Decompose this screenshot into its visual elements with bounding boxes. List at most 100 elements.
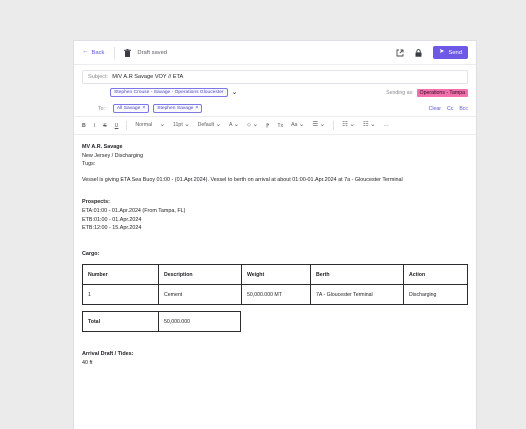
from-chip-label: Stephen Crouse - Savage - Operations Glo… xyxy=(114,90,224,95)
divider xyxy=(114,46,116,59)
format-toolbar: B I S U Normal ⌄ 11pt ⌄ Default ⌄ A ⌄ ◇ … xyxy=(74,117,476,135)
eta-sentence: Vessel is giving ETA Sea Buoy 01:00 - (0… xyxy=(82,176,403,183)
table-header-cell: Berth xyxy=(310,264,404,286)
table-row: 1 Cement 50,000.000 MT 7A - Gloucester T… xyxy=(82,284,468,306)
table-header-row: Number Description Weight Berth Action xyxy=(82,264,468,286)
chevron-down-icon: ⌄ xyxy=(159,121,166,129)
composer-topbar: ← Back Draft saved ➤ Send xyxy=(74,41,476,65)
style-select-value: Normal xyxy=(135,122,153,129)
tugs-line: Tugs: xyxy=(82,161,96,168)
style-select[interactable]: Normal ⌄ xyxy=(135,122,165,129)
strikethrough-button[interactable]: S xyxy=(103,123,106,129)
draft-status: Draft saved xyxy=(124,48,168,57)
send-icon: ➤ xyxy=(439,48,445,56)
numbered-list-icon: ☷ xyxy=(362,121,369,129)
more-button[interactable]: ··· xyxy=(384,123,389,129)
send-label: Send xyxy=(448,49,462,56)
email-composer: ← Back Draft saved ➤ Send Subject: M/V A… xyxy=(73,40,477,429)
clear-button[interactable]: Clear xyxy=(429,106,441,112)
recipient-chip[interactable]: All Savage × xyxy=(112,104,150,113)
chevron-down-icon[interactable]: ⌄ xyxy=(232,89,238,96)
email-header: Subject: M/V A.R Savage VOY // ETA Steph… xyxy=(74,65,476,117)
divider xyxy=(126,121,128,130)
align-left-icon: ☰ xyxy=(312,121,319,129)
back-label: Back xyxy=(91,49,105,56)
from-chip[interactable]: Stephen Crouse - Savage - Operations Glo… xyxy=(110,88,228,97)
vessel-location: New Jersey / Discharging xyxy=(82,152,144,159)
table-cell: 7A - Gloucester Terminal xyxy=(310,284,404,306)
font-color-icon: A xyxy=(229,122,233,129)
font-select[interactable]: Default ⌄ xyxy=(198,122,221,129)
vessel-name: MV A.R. Savage xyxy=(82,144,123,150)
table-row: Total 50,000.000 xyxy=(82,311,241,333)
table-cell: 1 xyxy=(82,284,159,306)
table-header-cell: Description xyxy=(158,264,242,286)
table-header-cell: Weight xyxy=(241,264,311,286)
bullet-list-button[interactable]: ☷ ⌄ xyxy=(342,122,355,129)
table-cell: Discharging xyxy=(403,284,468,306)
cargo-title: Cargo: xyxy=(82,250,100,257)
highlight-button[interactable]: ◇ ⌄ xyxy=(247,122,258,129)
send-button[interactable]: ➤ Send xyxy=(433,46,468,59)
bcc-button[interactable]: Bcc xyxy=(459,106,468,112)
trash-icon[interactable] xyxy=(124,48,132,57)
recipient-chip-label: Stephen Savage xyxy=(157,106,194,111)
subject-field[interactable]: Subject: M/V A.R Savage VOY // ETA xyxy=(82,70,468,84)
prospects-title: Prospects: xyxy=(82,199,110,206)
chevron-down-icon: ⌄ xyxy=(184,121,190,129)
prospect-line: ETB:12:00 - 15.Apr.2024 xyxy=(82,225,142,232)
text-case-button[interactable]: Aa ⌄ xyxy=(291,122,304,129)
arrival-title: Arrival Draft / Tides: xyxy=(82,351,134,358)
table-cell: Cement xyxy=(158,284,242,306)
clear-format-button[interactable]: Tx xyxy=(277,123,283,129)
format-painter-button[interactable]: ⁋ xyxy=(266,123,269,129)
subject-label: Subject: xyxy=(88,74,109,80)
from-row: Stephen Crouse - Savage - Operations Glo… xyxy=(82,84,468,101)
back-button[interactable]: ← Back xyxy=(82,49,104,56)
to-row: To: All Savage × Stephen Savage × Clear … xyxy=(82,101,468,116)
sending-as-badge[interactable]: Operations - Tampa xyxy=(416,88,468,97)
table-header-cell: Action xyxy=(403,264,468,286)
font-color-button[interactable]: A ⌄ xyxy=(229,122,239,129)
chevron-down-icon: ⌄ xyxy=(370,121,376,129)
highlight-icon: ◇ xyxy=(247,122,252,129)
recipient-chip-label: All Savage xyxy=(116,106,141,111)
chevron-down-icon: ⌄ xyxy=(349,121,355,129)
arrow-left-icon: ← xyxy=(82,48,89,56)
chevron-down-icon: ⌄ xyxy=(319,121,326,129)
table-cell: 50,000.000 MT xyxy=(241,284,311,306)
chevron-down-icon: ⌄ xyxy=(252,121,259,129)
email-body[interactable]: MV A.R. Savage New Jersey / Discharging … xyxy=(74,135,476,368)
chevron-down-icon: ⌄ xyxy=(298,121,305,129)
size-select-value: 11pt xyxy=(173,122,183,129)
size-select[interactable]: 11pt ⌄ xyxy=(173,122,190,129)
chevron-down-icon: ⌄ xyxy=(215,121,222,129)
prospect-line: ETA:01:00 - 01.Apr.2024 (From Tampa, FL) xyxy=(82,207,186,214)
total-label: Total xyxy=(82,311,159,333)
close-icon[interactable]: × xyxy=(142,106,145,111)
divider xyxy=(333,121,335,130)
underline-button[interactable]: U xyxy=(115,123,119,129)
numbered-list-button[interactable]: ☷ ⌄ xyxy=(363,122,376,129)
chevron-down-icon: ⌄ xyxy=(233,121,240,129)
draft-status-text: Draft saved xyxy=(137,49,168,56)
lock-icon[interactable] xyxy=(415,48,422,57)
arrival-value: 40 ft xyxy=(82,359,93,366)
external-link-icon[interactable] xyxy=(396,49,404,57)
bold-button[interactable]: B xyxy=(82,123,86,129)
bullet-list-icon: ☷ xyxy=(342,121,348,129)
sending-as-label: Sending as: xyxy=(386,89,414,96)
cc-button[interactable]: Cc xyxy=(447,106,453,112)
text-case-icon: Aa xyxy=(291,122,298,129)
close-icon[interactable]: × xyxy=(195,106,198,111)
align-button[interactable]: ☰ ⌄ xyxy=(312,122,325,129)
italic-button[interactable]: I xyxy=(94,123,95,129)
total-table: Total 50,000.000 xyxy=(82,311,241,333)
prospect-line: ETB:01:00 - 01.Apr.2024 xyxy=(82,216,142,223)
font-select-value: Default xyxy=(197,122,215,129)
recipient-chip[interactable]: Stephen Savage × xyxy=(153,104,203,113)
